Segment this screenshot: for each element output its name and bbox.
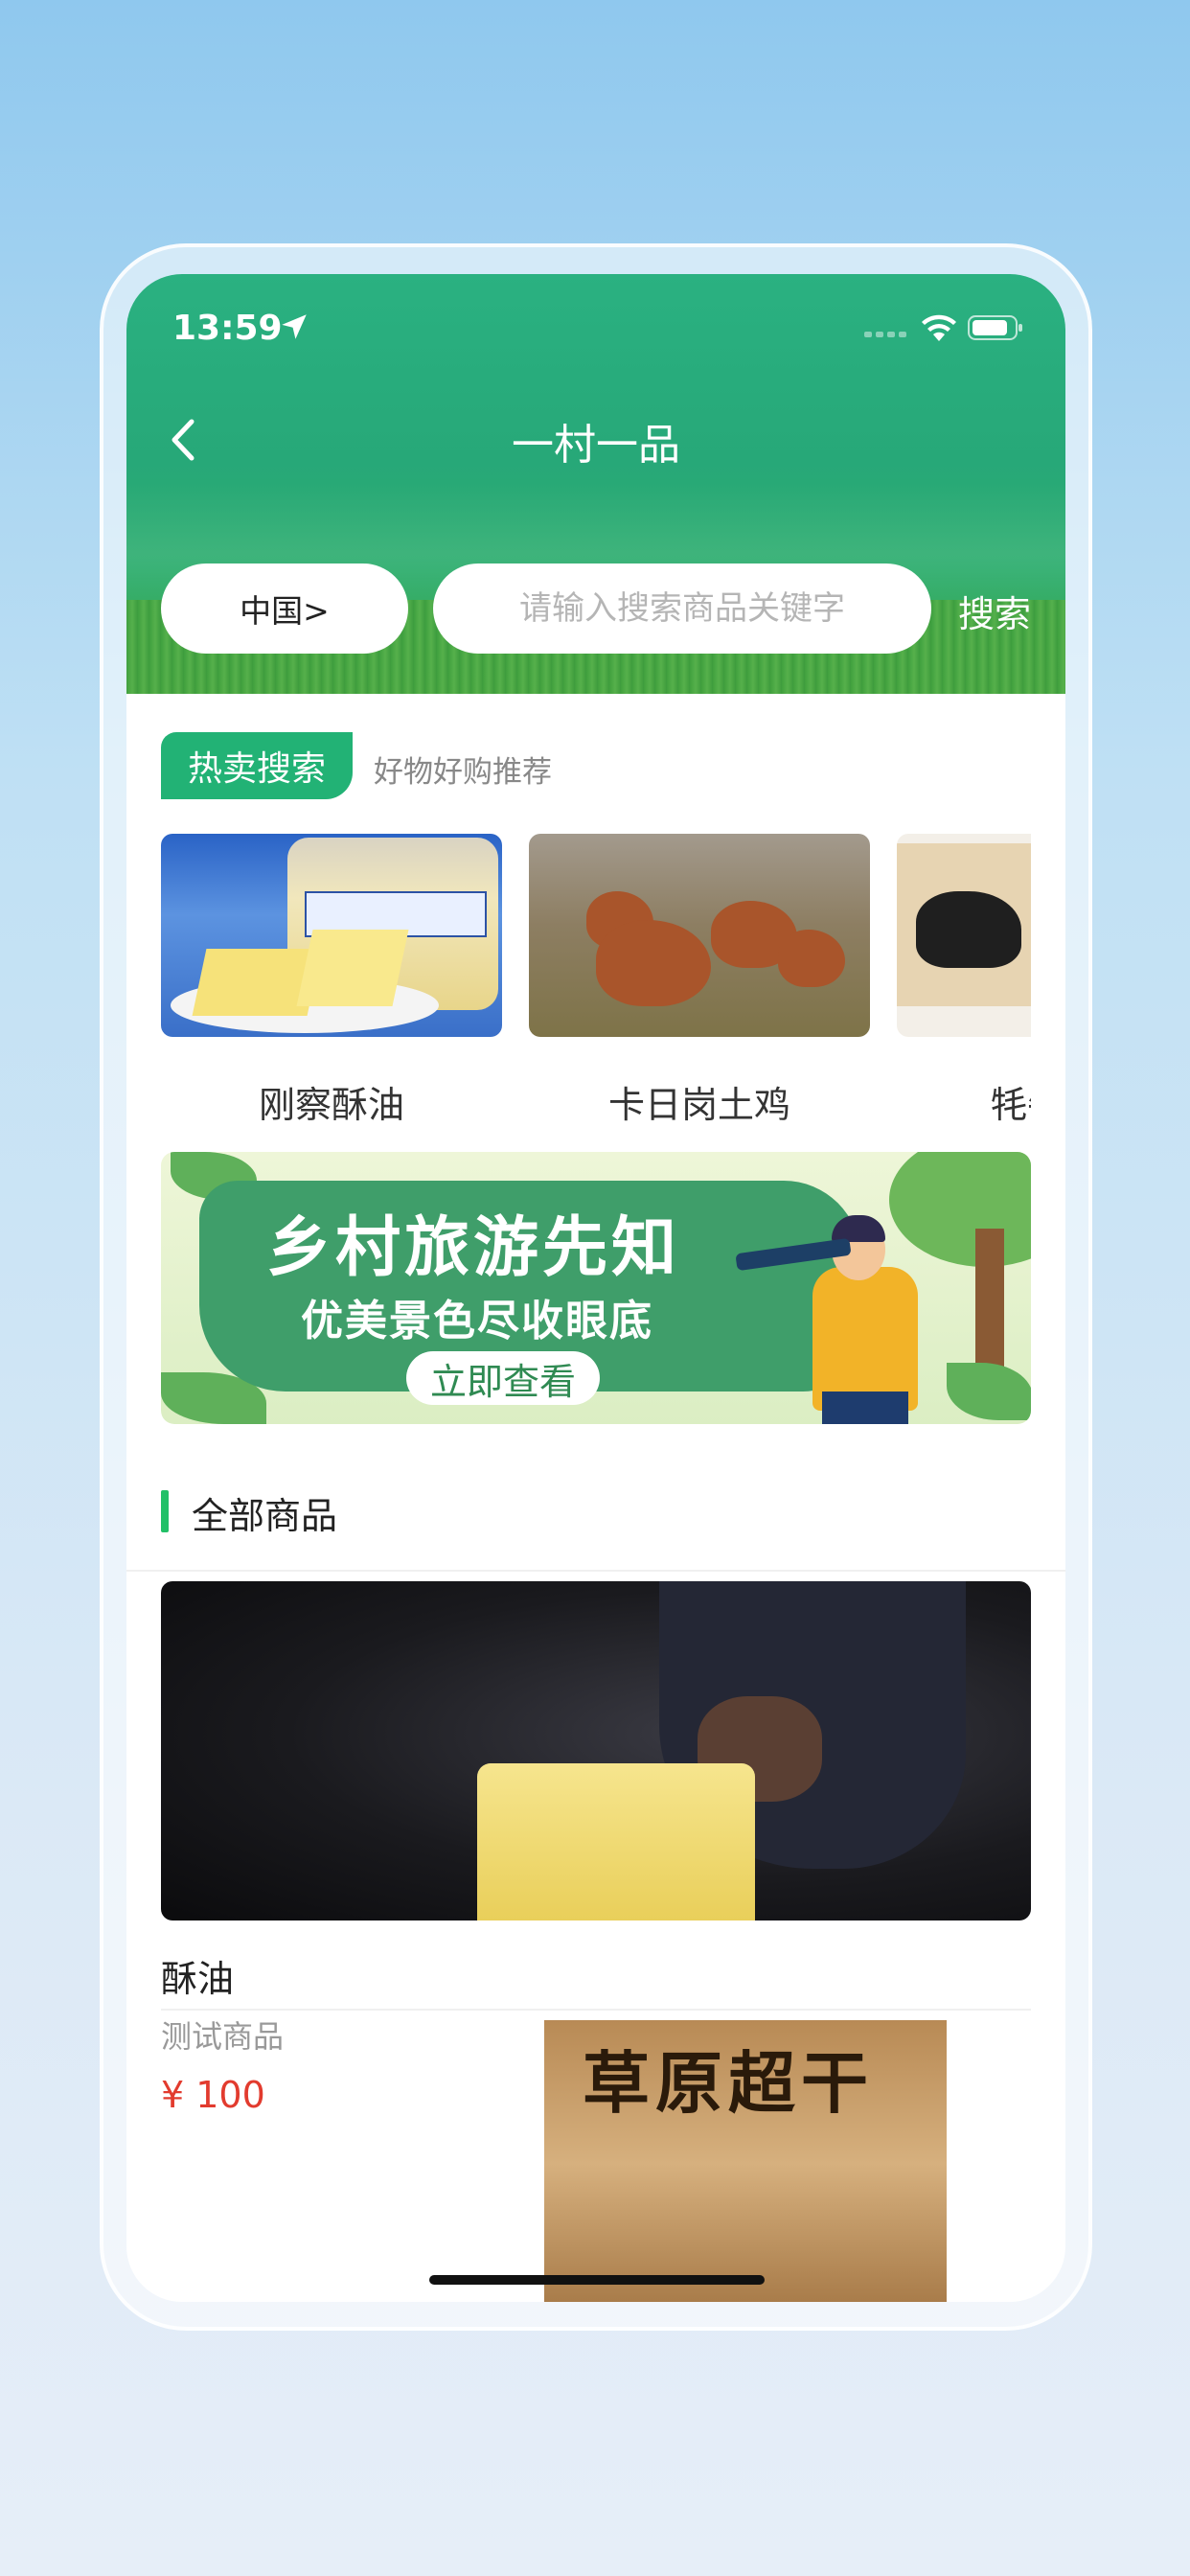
hot-product-name: 卡日岗土鸡 [607,1084,790,1126]
home-indicator [429,2275,765,2285]
product-image [161,1581,1031,1920]
location-arrow-icon [282,314,307,339]
divider [126,1570,1065,1572]
hot-product-image [161,834,502,1037]
view-now-button[interactable]: 立即查看 [406,1351,600,1405]
banner-title: 乡村旅游先知 [266,1210,681,1286]
hot-product-card[interactable]: 刚察酥油 [161,834,502,1126]
hot-product-name: 刚察酥油 [258,1084,404,1126]
page-title: 一村一品 [512,421,680,470]
section-accent-bar [161,1490,169,1532]
hot-product-card[interactable]: 卡日岗土鸡 [529,834,870,1126]
hot-product-image [897,834,1031,1037]
region-selector[interactable]: 中国> [161,564,408,654]
hot-product-image [529,834,870,1037]
status-bar: 13:59 [126,274,1065,380]
product-name: 酥油 [161,1958,235,2000]
hot-product-list: 刚察酥油 卡日岗土鸡 牦牛 [161,834,1031,1150]
hot-search-subtitle: 好物好购推荐 [374,755,552,790]
app-screen: 13:59 一村一品 中国> 请输入搜索商品关键字 搜索 热卖搜索 好物好购推荐… [126,274,1065,2302]
product-card[interactable]: 草原超干 [161,2020,1031,2302]
divider [161,2009,1031,2011]
search-input[interactable] [433,564,931,654]
hot-product-name: 牦牛 [991,1084,1031,1126]
hot-product-card[interactable]: 牦牛 [897,834,1031,1126]
battery-icon [968,315,1022,340]
rural-tourism-banner[interactable]: 乡村旅游先知 优美景色尽收眼底 立即查看 [161,1152,1031,1424]
section-title: 全部商品 [192,1495,338,1537]
hot-search-tag: 热卖搜索 [161,732,353,799]
nav-bar: 一村一品 [126,389,1065,485]
status-time: 13:59 [172,309,283,348]
search-button[interactable]: 搜索 [958,585,1031,637]
signal-icon [864,332,906,337]
wifi-icon [922,314,956,341]
banner-subtitle: 优美景色尽收眼底 [301,1297,653,1346]
search-row: 中国> 搜索 [126,564,1065,656]
header: 13:59 一村一品 中国> 请输入搜索商品关键字 搜索 [126,274,1065,694]
product-image-text: 草原超干 [583,2043,874,2123]
